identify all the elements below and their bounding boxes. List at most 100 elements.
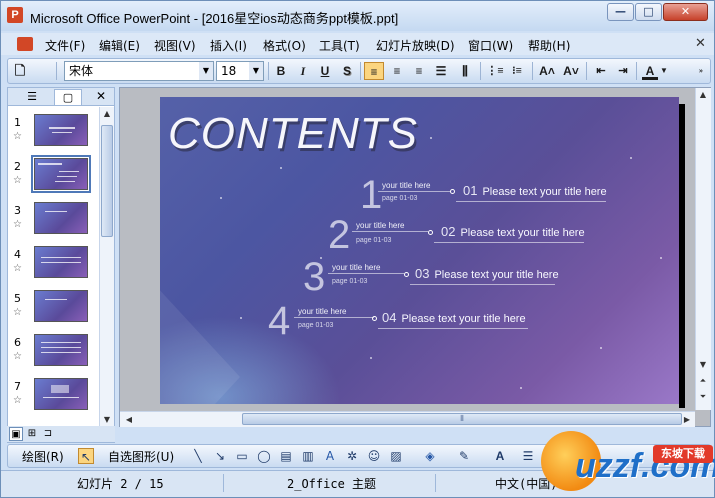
slide-canvas[interactable]: CONTENTS 1 your title here page 01-03 01… (160, 97, 679, 404)
chevron-down-icon[interactable]: ▼ (249, 62, 263, 80)
font-name-select[interactable]: 宋体 ▼ (64, 61, 214, 81)
distribute-icon[interactable]: ⫼ (456, 62, 474, 80)
vertical-scrollbar[interactable]: ▲ ▼ ⏶ ⏷ (695, 88, 711, 410)
menu-slideshow[interactable]: 幻灯片放映(D) (376, 37, 455, 54)
panel-scrollbar[interactable]: ▲ ▼ (99, 107, 114, 429)
menu-help[interactable]: 帮助(H) (528, 37, 570, 54)
justify-icon[interactable]: ☰ (432, 62, 450, 80)
bold-button[interactable]: B (272, 62, 290, 80)
slide-thumbnail[interactable]: 5 ☆ (8, 288, 104, 330)
rectangle-tool-icon[interactable]: ▭ (234, 448, 250, 464)
vertical-textbox-icon[interactable]: ▥ (300, 448, 316, 464)
tab-outline[interactable]: ☰ (18, 89, 46, 105)
slide-preview[interactable] (34, 246, 88, 278)
toc-item-title[interactable]: 01 Please text your title here (463, 183, 607, 198)
scroll-up-icon[interactable]: ▲ (696, 88, 710, 102)
decrease-font-size-button[interactable]: A˅ (560, 62, 582, 80)
scroll-left-icon[interactable]: ◀ (122, 413, 136, 427)
align-center-icon[interactable]: ≡ (388, 62, 406, 80)
chevron-down-icon[interactable]: ▼ (659, 62, 669, 80)
tab-slides[interactable]: ▢ (54, 89, 82, 105)
menu-view[interactable]: 视图(V) (154, 37, 196, 54)
slide-preview[interactable] (31, 155, 91, 193)
normal-view-icon[interactable]: ▣ (9, 427, 23, 441)
fill-color-icon[interactable]: ◈ (422, 448, 438, 464)
chevron-down-icon[interactable]: ▼ (199, 62, 213, 80)
line-tool-icon[interactable]: ╲ (190, 448, 206, 464)
maximize-button[interactable]: □ (635, 3, 662, 21)
close-panel-icon[interactable]: ✕ (96, 89, 106, 103)
minimize-button[interactable]: — (607, 3, 634, 21)
slide-thumbnail[interactable]: 4 ☆ (8, 244, 104, 286)
slide-thumbnail[interactable]: 1 ☆ (8, 112, 104, 154)
font-color-icon[interactable]: A (492, 448, 508, 464)
menu-insert[interactable]: 插入(I) (210, 37, 247, 54)
menu-window[interactable]: 窗口(W) (468, 37, 513, 54)
decrease-indent-icon[interactable]: ⇤ (592, 62, 610, 80)
next-slide-icon[interactable]: ⏷ (696, 390, 710, 404)
toolbar-options-icon[interactable]: » (696, 62, 706, 80)
slideshow-view-icon[interactable]: ⊐ (41, 427, 55, 441)
font-size-select[interactable]: 18 ▼ (216, 61, 264, 81)
increase-indent-icon[interactable]: ⇥ (614, 62, 632, 80)
menu-format[interactable]: 格式(O) (263, 37, 306, 54)
toolbar-separator (586, 62, 587, 80)
preview-line (57, 176, 77, 177)
line-color-icon[interactable]: ✎ (456, 448, 472, 464)
slide-heading[interactable]: CONTENTS (168, 109, 418, 159)
clipart-icon[interactable]: ☺ (366, 448, 382, 464)
scroll-down-icon[interactable]: ▼ (100, 413, 114, 427)
slide-thumbnail-selected[interactable]: 2 ☆ (8, 155, 104, 198)
arrow-tool-icon[interactable]: ↘ (212, 448, 228, 464)
slide-preview[interactable] (34, 290, 88, 322)
slide-preview[interactable] (34, 378, 88, 410)
new-document-icon[interactable]: 🗋 (12, 62, 28, 80)
autoshapes-menu-button[interactable]: 自选图形(U) (108, 448, 174, 465)
scroll-up-icon[interactable]: ▲ (100, 107, 114, 121)
align-right-icon[interactable]: ≡ (410, 62, 428, 80)
slide-thumbnail[interactable]: 3 ☆ (8, 200, 104, 242)
toc-item-title[interactable]: 02 Please text your title here (441, 224, 585, 239)
scrollbar-thumb[interactable] (101, 125, 113, 237)
align-left-icon[interactable]: ≡ (364, 62, 384, 80)
italic-button[interactable]: I (294, 62, 312, 80)
line-style-icon[interactable]: ☰ (520, 448, 536, 464)
slide-thumbnail[interactable]: 7 ☆ (8, 376, 104, 418)
toc-item-title[interactable]: 04 Please text your title here (382, 310, 526, 325)
slide-preview[interactable] (34, 114, 88, 146)
menu-tools[interactable]: 工具(T) (319, 37, 360, 54)
slide-preview[interactable] (34, 334, 88, 366)
toc-item-title[interactable]: 03 Please text your title here (415, 266, 559, 281)
scroll-down-icon[interactable]: ▼ (696, 358, 710, 372)
panel-tabs: ☰ ▢ ✕ (8, 88, 114, 106)
horizontal-scrollbar[interactable]: ◀ ⦀ ▶ (120, 411, 695, 427)
picture-icon[interactable]: ▨ (388, 448, 404, 464)
preview-line (52, 132, 72, 133)
scrollbar-thumb[interactable]: ⦀ (242, 413, 682, 425)
previous-slide-icon[interactable]: ⏶ (696, 374, 710, 388)
scroll-right-icon[interactable]: ▶ (680, 413, 694, 427)
oval-tool-icon[interactable]: ◯ (256, 448, 272, 464)
close-document-icon[interactable]: ✕ (695, 36, 706, 51)
font-color-button[interactable]: A (642, 62, 658, 80)
close-window-button[interactable]: ✕ (663, 3, 708, 21)
menu-edit[interactable]: 编辑(E) (99, 37, 140, 54)
numbered-list-icon[interactable]: ⋮≡ (486, 62, 504, 80)
shadow-button[interactable]: S (338, 62, 356, 80)
document-icon[interactable] (17, 37, 33, 51)
increase-font-size-button[interactable]: A˄ (536, 62, 558, 80)
underline-button[interactable]: U (316, 62, 334, 80)
star-decoration (520, 387, 522, 389)
diagram-icon[interactable]: ✲ (344, 448, 360, 464)
powerpoint-app-icon[interactable]: P (7, 7, 23, 23)
slide-thumbnail[interactable]: 6 ☆ (8, 332, 104, 374)
menu-file[interactable]: 文件(F) (45, 37, 85, 54)
draw-menu-button[interactable]: 绘图(R) (22, 448, 64, 465)
slide-preview[interactable] (34, 202, 88, 234)
select-pointer-icon[interactable]: ↖ (78, 448, 94, 464)
textbox-tool-icon[interactable]: ▤ (278, 448, 294, 464)
bulleted-list-icon[interactable]: ⁝≡ (508, 62, 526, 80)
wordart-icon[interactable]: A (322, 448, 338, 464)
slide-sorter-icon[interactable]: ⊞ (25, 427, 39, 441)
star-decoration (370, 357, 372, 359)
